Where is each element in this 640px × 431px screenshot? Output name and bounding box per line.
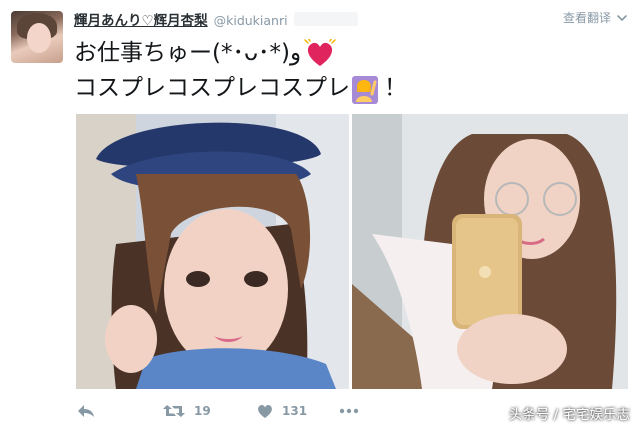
avatar[interactable] (11, 11, 63, 63)
translate-button[interactable]: 查看翻译 (563, 9, 628, 26)
tweet-line-1: お仕事ちゅー(*･ᴗ･*)و (74, 36, 407, 71)
tweet-photo-2[interactable] (352, 114, 628, 389)
watermark: 头条号 / 宅宅娱乐志 (508, 407, 630, 423)
reply-button[interactable] (76, 403, 162, 419)
redacted-region (293, 12, 358, 26)
retweet-icon (163, 405, 185, 417)
heart-emoji-icon (304, 38, 336, 66)
chevron-down-icon (617, 14, 627, 21)
heart-icon (258, 405, 272, 418)
retweet-count: 19 (194, 404, 211, 418)
tweet-photo-1[interactable] (76, 114, 349, 389)
retweet-button[interactable]: 19 (162, 403, 256, 419)
translate-label: 查看翻译 (562, 11, 611, 25)
more-icon (339, 408, 359, 414)
tweet-line-2-suffix: ！ (384, 75, 407, 101)
reply-icon (78, 405, 94, 417)
tweet-actions: 19 131 (76, 398, 360, 424)
tweet-line-1-text: お仕事ちゅー(*･ᴗ･*)و (74, 40, 302, 66)
avatar-face (27, 23, 51, 53)
person-raising-hand-emoji-icon (352, 75, 378, 104)
tweet-text: お仕事ちゅー(*･ᴗ･*)و コスプレコスプレコスプレ ！ (74, 36, 407, 106)
tweet-line-2-text: コスプレコスプレコスプレ (74, 75, 350, 101)
like-count: 131 (282, 404, 308, 418)
like-button[interactable]: 131 (256, 403, 338, 419)
photo-police-costume-image (76, 114, 349, 389)
tweet-header: 輝月あんり♡辉月杏梨 @kidukianri (74, 9, 358, 29)
photo-mirror-selfie-image (352, 114, 628, 389)
more-button[interactable] (338, 403, 360, 419)
author-handle[interactable]: @kidukianri (214, 13, 288, 28)
author-display-name[interactable]: 輝月あんり♡辉月杏梨 (74, 9, 208, 29)
tweet-line-2: コスプレコスプレコスプレ ！ (74, 71, 407, 106)
